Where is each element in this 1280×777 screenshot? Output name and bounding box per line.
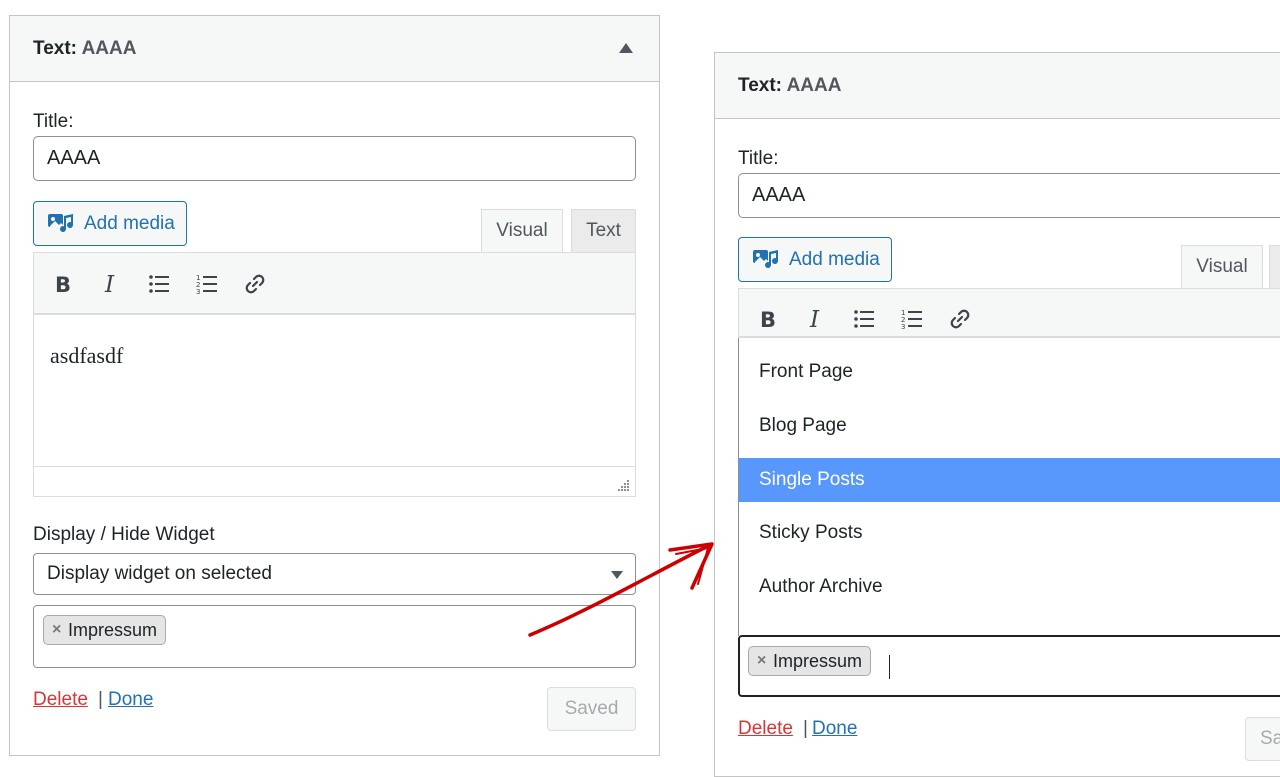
editor-statusbar — [34, 466, 635, 496]
editor-content: asdfasdf — [50, 343, 124, 368]
widget-name: AAAA — [786, 75, 842, 96]
remove-tag-icon[interactable]: × — [52, 616, 61, 644]
saved-button[interactable]: Saved — [547, 687, 636, 731]
link-icon[interactable] — [948, 307, 972, 331]
annotation-arrow-icon — [528, 542, 714, 637]
delete-link[interactable]: Delete — [738, 718, 793, 740]
italic-icon[interactable]: I — [99, 272, 123, 296]
saved-button[interactable]: Sa — [1245, 717, 1280, 761]
svg-text:3: 3 — [196, 288, 200, 296]
bold-icon[interactable]: B — [51, 272, 75, 296]
svg-text:B: B — [55, 273, 71, 296]
numbered-list-icon[interactable]: 1 2 3 — [195, 272, 219, 296]
title-input[interactable]: AAAA — [33, 136, 636, 181]
options-dropdown: Front Page Blog Page Single Posts Sticky… — [738, 338, 1280, 636]
dropdown-option[interactable]: Front Page — [739, 350, 1280, 394]
svg-text:I: I — [104, 272, 115, 296]
svg-text:B: B — [760, 308, 776, 331]
tab-visual[interactable]: Visual — [481, 209, 563, 252]
media-icon — [753, 250, 779, 269]
tag-input[interactable]: × Impressum — [738, 635, 1280, 697]
delete-link[interactable]: Delete — [33, 689, 88, 711]
dropdown-option[interactable]: Author Archive — [739, 565, 1280, 609]
widget-type-label: Text — [33, 38, 71, 59]
add-media-button[interactable]: Add media — [33, 201, 187, 246]
widget-header[interactable]: Text: AAAA — [715, 53, 1280, 119]
bullet-list-icon[interactable] — [147, 272, 171, 296]
dropdown-option-highlighted[interactable]: Single Posts — [739, 458, 1280, 502]
editor-toolbar: B I 1 2 3 — [738, 288, 1280, 338]
text-cursor — [889, 655, 890, 679]
tag-chip: × Impressum — [43, 615, 167, 645]
title-label: Title: — [738, 148, 779, 169]
link-icon[interactable] — [243, 272, 267, 296]
widget-name: AAAA — [81, 38, 137, 59]
media-icon — [48, 214, 74, 233]
text-widget-right: Text: AAAA Title: AAAA Add media Visual … — [714, 52, 1280, 777]
bullet-list-icon[interactable] — [852, 307, 876, 331]
svg-text:3: 3 — [901, 323, 905, 331]
title-input[interactable]: AAAA — [738, 173, 1280, 218]
title-label: Title: — [33, 111, 74, 132]
resize-grip-icon[interactable] — [616, 478, 630, 492]
link-separator: | — [803, 718, 808, 739]
italic-icon[interactable]: I — [804, 307, 828, 331]
display-hide-label: Display / Hide Widget — [33, 524, 215, 545]
editor-area[interactable]: asdfasdf — [33, 315, 636, 497]
tag-label: Impressum — [68, 620, 158, 640]
editor-toolbar: B I 1 2 3 — [33, 252, 636, 315]
tag-chip: × Impressum — [748, 646, 872, 676]
tab-text[interactable] — [1269, 245, 1280, 288]
link-separator: | — [98, 689, 103, 710]
svg-text:I: I — [809, 307, 820, 331]
dropdown-option[interactable]: Blog Page — [739, 404, 1280, 448]
dropdown-option[interactable]: Sticky Posts — [739, 511, 1280, 555]
done-link[interactable]: Done — [812, 718, 857, 740]
tab-text[interactable]: Text — [571, 209, 636, 252]
add-media-label: Add media — [84, 213, 175, 234]
tab-visual[interactable]: Visual — [1181, 245, 1263, 288]
display-select-value: Display widget on selected — [47, 563, 272, 584]
tag-label: Impressum — [773, 651, 863, 671]
collapse-arrow-icon[interactable] — [619, 43, 633, 53]
add-media-label: Add media — [789, 249, 880, 270]
remove-tag-icon[interactable]: × — [757, 647, 766, 675]
widget-header[interactable]: Text: AAAA — [10, 16, 659, 82]
bold-icon[interactable]: B — [756, 307, 780, 331]
numbered-list-icon[interactable]: 1 2 3 — [900, 307, 924, 331]
widget-type-label: Text — [738, 75, 776, 96]
done-link[interactable]: Done — [108, 689, 153, 711]
add-media-button[interactable]: Add media — [738, 237, 892, 282]
